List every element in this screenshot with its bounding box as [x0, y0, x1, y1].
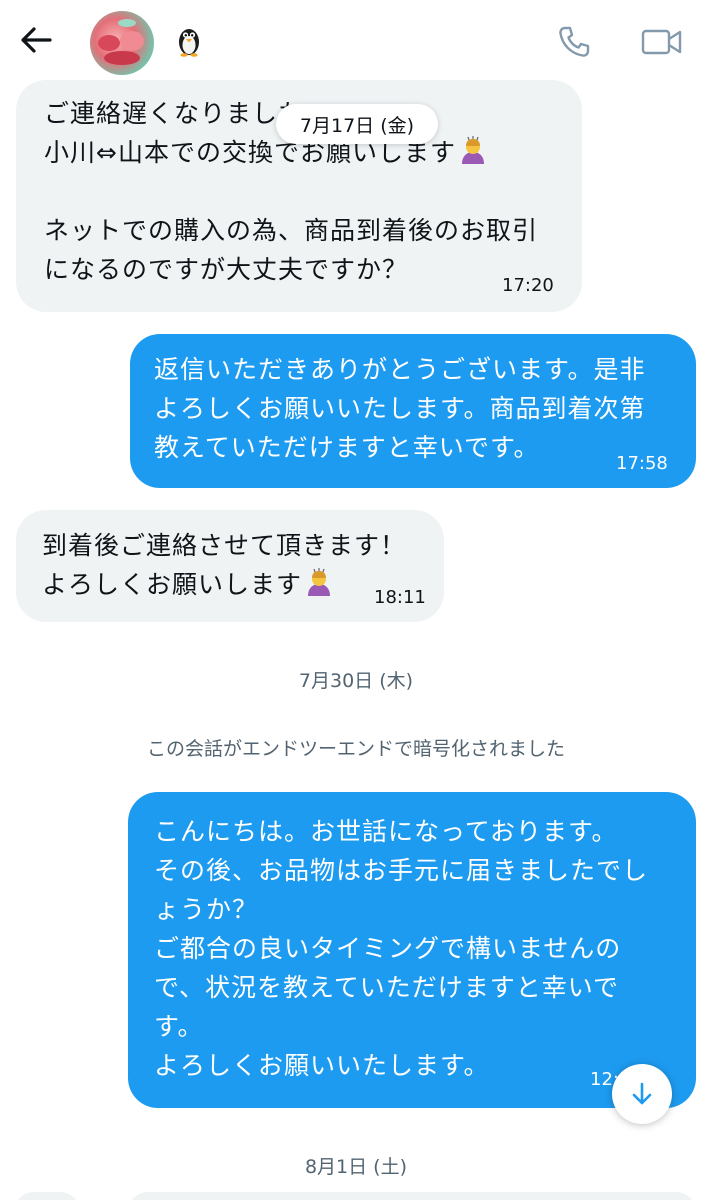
message-text: 返信いただきありがとうございます。是非 よろしくお願いいたします。商品到着次第 … — [154, 355, 646, 462]
message-bubble-incoming[interactable]: 到着後ご連絡させて頂きます！ よろしくお願いします 18:11 — [16, 510, 444, 622]
message-bubble-outgoing[interactable]: こんにちは。お世話になっております。 その後、お品物はお手元に届きましたでし ょ… — [128, 792, 696, 1108]
voice-call-button[interactable] — [552, 20, 596, 64]
message-timestamp: 17:58 — [616, 453, 668, 474]
video-camera-icon — [641, 29, 682, 55]
sticky-date-pill: 7月17日 (金) — [276, 104, 438, 144]
message-timestamp: 17:20 — [502, 275, 554, 296]
penguin-emoji-icon — [172, 24, 206, 58]
message-timestamp: 18:11 — [374, 587, 426, 608]
message-bubble-incoming[interactable] — [14, 1192, 80, 1200]
message-bubble-outgoing[interactable]: 返信いただきありがとうございます。是非 よろしくお願いいたします。商品到着次第 … — [130, 334, 696, 488]
avatar[interactable] — [90, 11, 154, 75]
message-text: 到着後ご連絡させて頂きます！ よろしくお願いします — [42, 531, 407, 599]
back-button[interactable] — [14, 22, 58, 58]
arrow-left-icon — [21, 27, 52, 53]
person-bowing-emoji-icon — [458, 136, 488, 166]
dm-conversation-screen: ご連絡遅くなりました 小川⇔山本での交換でお願いします ネットでの購入の為、商品… — [0, 0, 712, 1200]
person-bowing-emoji-icon — [304, 568, 334, 598]
message-bubble-incoming[interactable] — [128, 1192, 696, 1200]
date-separator: 7月30日 (木) — [298, 670, 414, 692]
encryption-notice: この会話がエンドツーエンドで暗号化されました — [146, 738, 565, 760]
arrow-down-icon — [632, 1082, 652, 1105]
phone-icon — [559, 26, 590, 57]
scroll-to-bottom-button[interactable] — [612, 1064, 672, 1124]
date-separator: 8月1日 (土) — [304, 1156, 408, 1178]
conversation-header — [0, 0, 712, 84]
video-call-button[interactable] — [638, 20, 686, 64]
message-text: こんにちは。お世話になっております。 その後、お品物はお手元に届きましたでし ょ… — [154, 817, 649, 1080]
